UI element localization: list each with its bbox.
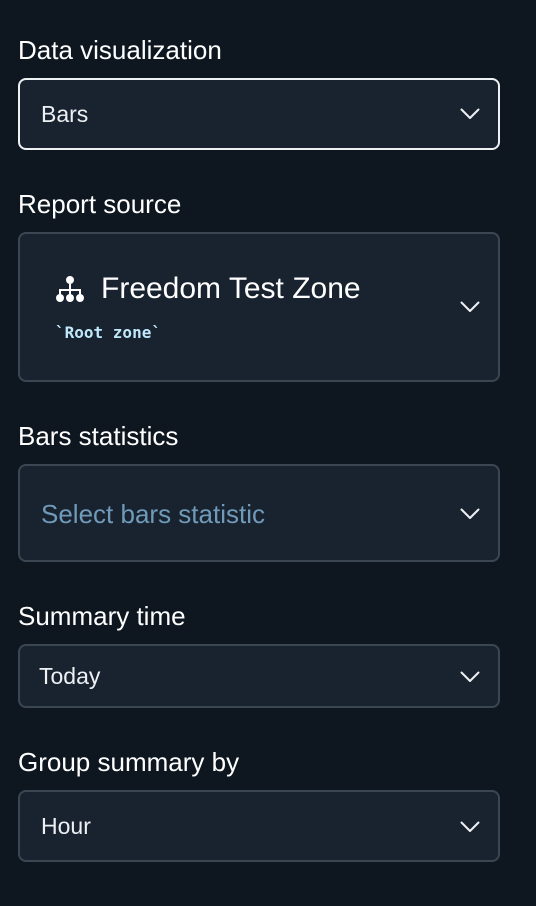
report-source-zone-name: Freedom Test Zone: [101, 272, 361, 305]
summary-time-value: Today: [39, 663, 101, 689]
summary-time-select[interactable]: Today: [18, 644, 500, 708]
report-source-label: Report source: [18, 189, 182, 219]
chevron-down-icon: [460, 821, 480, 832]
bars-statistics-select[interactable]: Select bars statistic: [18, 464, 500, 562]
chevron-down-icon: [460, 301, 480, 312]
hierarchy-icon: [56, 276, 84, 302]
group-summary-by-label: Group summary by: [18, 747, 240, 777]
bars-statistics-placeholder: Select bars statistic: [41, 499, 265, 529]
bars-statistics-label: Bars statistics: [18, 421, 179, 451]
group-summary-by-value: Hour: [41, 813, 91, 839]
summary-time-label: Summary time: [18, 601, 186, 631]
chevron-down-icon: [460, 671, 480, 682]
data-visualization-label: Data visualization: [18, 35, 222, 65]
chevron-down-icon: [460, 508, 480, 519]
data-visualization-value: Bars: [41, 101, 89, 127]
report-settings-panel: Data visualization Bars Report source Fr…: [0, 0, 536, 906]
data-visualization-select[interactable]: Bars: [18, 78, 500, 150]
chevron-down-icon: [460, 108, 480, 119]
group-summary-by-select[interactable]: Hour: [18, 790, 500, 862]
report-source-zone-subtitle: `Root zone`: [55, 323, 161, 342]
report-source-select[interactable]: Freedom Test Zone `Root zone`: [18, 232, 500, 382]
